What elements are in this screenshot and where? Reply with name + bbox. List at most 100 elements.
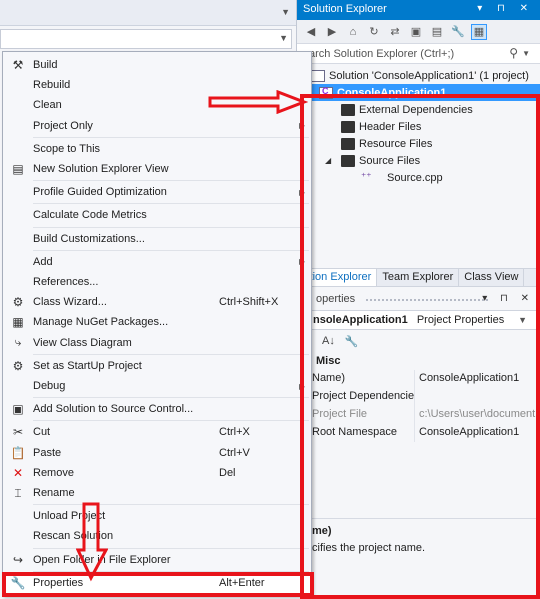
menu-separator	[33, 180, 309, 182]
menu-item-label: Build Customizations...	[33, 232, 145, 245]
class-wizard-icon: ⚙	[12, 295, 24, 310]
menu-item-label: Scope to This	[33, 142, 101, 155]
menu-item-new-solution-explorer-view[interactable]: ▤ New Solution Explorer View	[3, 159, 311, 179]
solution-explorer-title-bar: Solution Explorer ▾ ⊓ ✕	[297, 0, 540, 20]
search-placeholder: arch Solution Explorer (Ctrl+;)	[309, 48, 455, 60]
menu-item-label: Add Solution to Source Control...	[33, 403, 194, 416]
menu-item-manage-nuget-packages[interactable]: ▦ Manage NuGet Packages...	[3, 312, 311, 332]
class-diagram-icon: ⤷	[14, 335, 22, 350]
menu-item-rename[interactable]: ⌶ Rename	[3, 483, 311, 503]
menu-item-paste[interactable]: 📋 Paste Ctrl+V	[3, 443, 311, 463]
menu-separator	[33, 249, 309, 251]
menu-item-label: References...	[33, 276, 99, 288]
menu-item-build[interactable]: ⚒ Build	[3, 55, 311, 75]
menu-separator	[33, 420, 309, 422]
menu-item-add-solution-to-source-control[interactable]: ▣ Add Solution to Source Control...	[3, 399, 311, 419]
menu-item-shortcut: Del	[219, 466, 236, 479]
menu-separator	[33, 136, 309, 138]
menu-item-label: Profile Guided Optimization	[33, 186, 167, 199]
menu-item-label: Class Wizard...	[33, 296, 107, 309]
menu-item-label: Set as StartUp Project	[33, 359, 142, 372]
menu-item-rescan-solution[interactable]: Rescan Solution	[3, 526, 311, 546]
window-controls[interactable]: ▾ ⊓ ✕	[477, 3, 534, 14]
menu-item-label: Cut	[33, 426, 51, 439]
rename-icon: ⌶	[14, 485, 22, 500]
menu-item-label: Remove	[33, 466, 74, 479]
arrow-right-icon	[208, 90, 308, 114]
preview-selected-icon[interactable]: ▦	[471, 23, 487, 40]
menu-item-build-customizations[interactable]: Build Customizations...	[3, 229, 311, 249]
sync-icon[interactable]: ⇄	[387, 24, 403, 40]
menu-item-label: Clean	[33, 99, 62, 112]
menu-item-label: Unload Project	[33, 510, 106, 523]
menu-separator	[33, 353, 309, 355]
menu-item-shortcut: Ctrl+V	[219, 446, 250, 459]
menu-item-scope-to-this[interactable]: Scope to This	[3, 139, 311, 159]
tree-item[interactable]: Solution 'ConsoleApplication1' (1 projec…	[297, 67, 540, 84]
home-icon[interactable]: ⌂	[345, 24, 361, 40]
menu-item-shortcut: Ctrl+X	[219, 426, 250, 439]
tree-item-label: Solution 'ConsoleApplication1' (1 projec…	[329, 69, 529, 82]
menu-separator	[33, 203, 309, 205]
chevron-down-icon: ▼	[279, 33, 288, 43]
show-all-files-icon[interactable]: ▤	[429, 24, 445, 40]
editor-member-combo[interactable]: ▼	[0, 29, 292, 49]
chevron-down-icon[interactable]: ▼	[281, 7, 290, 17]
highlight-box-project	[300, 94, 540, 599]
menu-item-label: Add	[33, 255, 53, 268]
back-icon[interactable]: ◀	[303, 24, 319, 40]
menu-item-set-as-startup-project[interactable]: ⚙ Set as StartUp Project	[3, 356, 311, 376]
chevron-down-icon[interactable]: ▼	[522, 49, 530, 58]
menu-item-label: Project Only	[33, 119, 93, 132]
menu-item-label: Manage NuGet Packages...	[33, 316, 169, 329]
menu-separator	[33, 397, 309, 399]
menu-separator	[33, 226, 309, 228]
menu-item-label: New Solution Explorer View	[33, 163, 169, 175]
arrow-down-icon	[76, 502, 108, 582]
menu-item-label: Open Folder in File Explorer	[33, 553, 171, 566]
search-input[interactable]: arch Solution Explorer (Ctrl+;) ⚲ ▼	[297, 44, 540, 64]
menu-item-shortcut: Ctrl+Shift+X	[219, 296, 279, 309]
search-icon: ⚲	[509, 46, 518, 60]
collapse-all-icon[interactable]: ▣	[408, 24, 424, 40]
remove-icon: ✕	[12, 465, 24, 480]
menu-item-class-wizard[interactable]: ⚙ Class Wizard... Ctrl+Shift+X	[3, 292, 311, 312]
scissors-icon: ✂	[12, 425, 24, 440]
menu-item-calculate-code-metrics[interactable]: Calculate Code Metrics	[3, 205, 311, 225]
menu-separator	[33, 547, 309, 549]
build-icon: ⚒	[12, 58, 24, 72]
new-view-icon: ▤	[12, 162, 24, 176]
open-folder-icon: ↪	[12, 552, 24, 567]
menu-item-label: Build	[33, 59, 58, 71]
highlight-box-properties	[2, 572, 314, 597]
menu-item-profile-guided-optimization[interactable]: Profile Guided Optimization ▶	[3, 182, 311, 202]
menu-separator	[33, 504, 309, 506]
project-context-menu: ⚒ Build Rebuild Clean Project Only ▶ Scope to …	[2, 51, 312, 596]
menu-item-label: Calculate Code Metrics	[33, 209, 147, 222]
menu-item-cut[interactable]: ✂ Cut Ctrl+X	[3, 422, 311, 442]
menu-item-label: Paste	[33, 446, 62, 459]
gear-icon: ⚙	[12, 358, 24, 373]
menu-item-label: View Class Diagram	[33, 336, 132, 349]
panel-title: Solution Explorer	[303, 3, 387, 15]
nuget-icon: ▦	[12, 315, 24, 330]
forward-icon[interactable]: ▶	[324, 24, 340, 40]
menu-item-references[interactable]: References...	[3, 272, 311, 292]
history-icon[interactable]: ↻	[366, 24, 382, 40]
menu-item-remove[interactable]: ✕ Remove Del	[3, 463, 311, 483]
menu-item-view-class-diagram[interactable]: ⤷ View Class Diagram	[3, 333, 311, 353]
wrench-icon[interactable]: 🔧	[450, 24, 466, 40]
menu-item-project-only[interactable]: Project Only ▶	[3, 116, 311, 136]
menu-item-unload-project[interactable]: Unload Project	[3, 506, 311, 526]
menu-item-open-folder-in-file-explorer[interactable]: ↪ Open Folder in File Explorer	[3, 550, 311, 570]
menu-item-add[interactable]: Add ▶	[3, 252, 311, 272]
menu-item-label: Rebuild	[33, 79, 71, 92]
menu-item-label: Debug	[33, 380, 66, 392]
paste-icon: 📋	[10, 445, 26, 460]
solution-explorer-toolbar: ◀ ▶ ⌂ ↻ ⇄ ▣ ▤ 🔧 ▦	[297, 20, 540, 44]
source-control-icon: ▣	[12, 402, 24, 417]
menu-item-label: Rename	[33, 487, 75, 499]
editor-navigation-bar: ▼	[0, 0, 296, 26]
menu-item-debug[interactable]: Debug ▶	[3, 376, 311, 396]
menu-item-label: Rescan Solution	[33, 530, 114, 543]
